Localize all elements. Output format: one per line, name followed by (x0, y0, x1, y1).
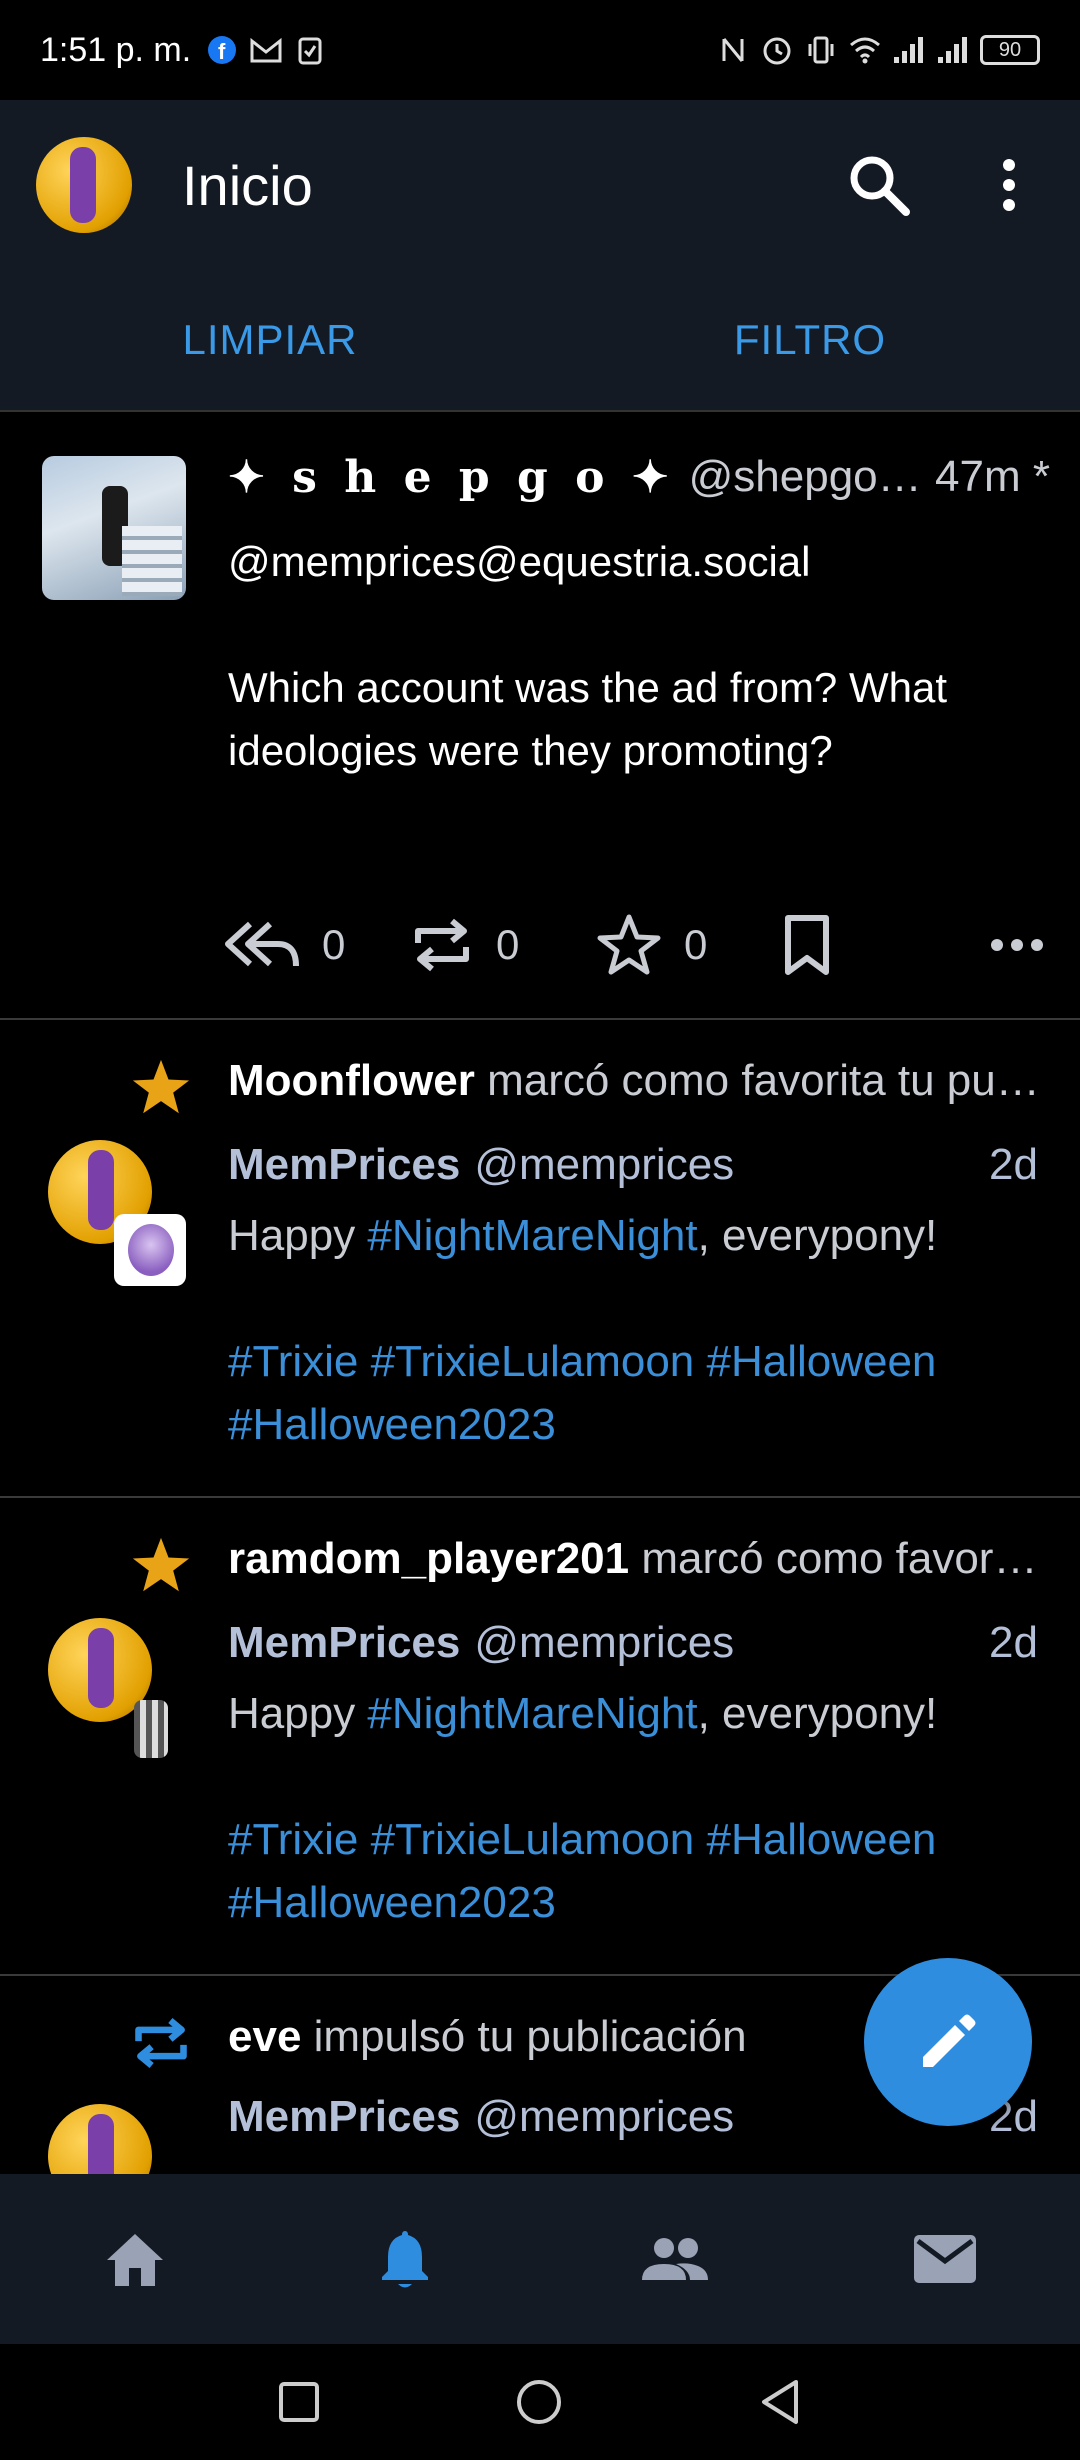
author-handle: @shepgo@m… (688, 452, 925, 501)
mail-icon (914, 2235, 976, 2283)
actor-avatar[interactable] (114, 1214, 186, 1286)
svg-text:f: f (218, 39, 226, 64)
hashtag-link[interactable]: #NightMareNight (367, 1211, 697, 1260)
author-handle: @memprices (474, 1140, 735, 1189)
filter-bar: LIMPIAR FILTRO (0, 270, 1080, 412)
actor-avatar[interactable] (114, 1692, 186, 1764)
post-content: Happy #NightMareNight, everypony! #Trixi… (228, 1682, 1028, 1934)
back-icon[interactable] (758, 2378, 802, 2426)
battery-indicator: 90 (980, 35, 1040, 65)
signal-icon (936, 33, 970, 67)
actor-name[interactable]: ramdom_player201 (228, 1534, 629, 1583)
notification-action: impulsó tu publicación (301, 2012, 747, 2061)
post-text: Which account was the ad from? What ideo… (228, 664, 947, 774)
people-icon (642, 2238, 708, 2280)
post-time: 2d (989, 1140, 1038, 1189)
signal-icon (892, 33, 926, 67)
author-name: ✦ s h e p g o ✦ (228, 452, 675, 503)
boost-count: 0 (496, 921, 520, 968)
post-text: , everypony! (697, 1689, 938, 1738)
status-bar: 1:51 p. m. f 90 (0, 0, 1080, 100)
hashtag-link[interactable]: #NightMareNight (367, 1689, 697, 1738)
tab-notifications[interactable] (270, 2174, 540, 2344)
boost-icon (415, 918, 469, 972)
author-name: MemPrices (228, 2092, 461, 2141)
author-avatar[interactable] (48, 2104, 152, 2174)
post-actions: 0 0 0 (224, 912, 1044, 978)
recents-icon[interactable] (278, 2381, 320, 2423)
tab-home[interactable] (0, 2174, 270, 2344)
wifi-icon (848, 33, 882, 67)
notification-action: marcó como favorita tu publicación (487, 1056, 1040, 1105)
clipboard-icon (293, 33, 327, 67)
compose-button[interactable] (864, 1958, 1032, 2126)
favourite-button[interactable]: 0 (596, 912, 782, 978)
status-post[interactable]: ✦ s h e p g o ✦ @shepgo@m… 47m * @mempri… (0, 412, 1080, 1020)
pencil-icon (923, 2014, 976, 2067)
post-content: Happy #NightMareNight, everypony! #Trixi… (228, 1204, 1028, 1456)
vibrate-icon (804, 33, 838, 67)
reply-all-icon (225, 921, 299, 967)
author-handle: @memprices (474, 1618, 735, 1667)
author-name: MemPrices (228, 1618, 461, 1667)
post-time: 2d (989, 1618, 1038, 1667)
post-text: Happy (228, 1211, 368, 1260)
tab-messages[interactable] (810, 2174, 1080, 2344)
author-avatar[interactable] (42, 456, 186, 600)
system-nav-bar (0, 2344, 1080, 2460)
reply-count: 0 (322, 921, 346, 968)
favourite-count: 0 (684, 921, 708, 968)
search-icon[interactable] (844, 150, 914, 220)
page-title: Inicio (182, 153, 313, 217)
reply-button[interactable]: 0 (224, 920, 410, 970)
boost-button[interactable]: 0 (410, 913, 596, 977)
actor-name[interactable]: Moonflower (228, 1056, 475, 1105)
post-text: Happy (228, 1689, 368, 1738)
home-icon (107, 2234, 163, 2286)
post-text: , everypony! (697, 1211, 938, 1260)
home-circle-icon[interactable] (515, 2378, 563, 2426)
hashtag-list[interactable]: #Trixie #TrixieLulamoon #Halloween #Hall… (228, 1330, 1028, 1456)
notification-summary: ramdom_player201 marcó como favorita tu … (228, 1534, 1040, 1584)
star-icon (130, 1056, 192, 1118)
boost-icon (130, 2012, 192, 2074)
notification-item[interactable]: ramdom_player201 marcó como favorita tu … (0, 1498, 1080, 1976)
hashtag-list[interactable]: #Trixie #TrixieLulamoon #Halloween #Hall… (228, 1808, 1028, 1934)
account-avatar[interactable] (36, 137, 132, 233)
actor-name[interactable]: eve (228, 2012, 301, 2061)
bottom-tab-bar (0, 2174, 1080, 2344)
app-header: Inicio (0, 100, 1080, 270)
tab-people[interactable] (540, 2174, 810, 2344)
notifications-feed[interactable]: ✦ s h e p g o ✦ @shepgo@m… 47m * @mempri… (0, 412, 1080, 2174)
nfc-icon (716, 33, 750, 67)
more-horiz-icon[interactable] (990, 938, 1044, 952)
more-vert-icon[interactable] (974, 150, 1044, 220)
filter-button[interactable]: FILTRO (540, 270, 1080, 410)
author-name: MemPrices (228, 1140, 461, 1189)
mention-link[interactable]: @memprices@equestria.social (228, 530, 988, 593)
notification-item[interactable]: Moonflower marcó como favorita tu public… (0, 1020, 1080, 1498)
notifications-icon (382, 2231, 428, 2288)
gmail-icon (249, 33, 283, 67)
facebook-icon: f (205, 33, 239, 67)
post-content: @memprices@equestria.social Which accoun… (228, 530, 988, 782)
star-icon (130, 1534, 192, 1596)
bookmark-button[interactable] (782, 914, 968, 976)
clear-button[interactable]: LIMPIAR (0, 270, 540, 410)
star-outline-icon (597, 914, 661, 975)
alarm-icon (760, 33, 794, 67)
notification-summary: Moonflower marcó como favorita tu public… (228, 1056, 1040, 1106)
status-time: 1:51 p. m. (40, 30, 192, 69)
post-time: 47m * (935, 452, 1050, 501)
bookmark-icon (785, 915, 829, 975)
notification-action: marcó como favorita tu publicación (641, 1534, 1040, 1583)
